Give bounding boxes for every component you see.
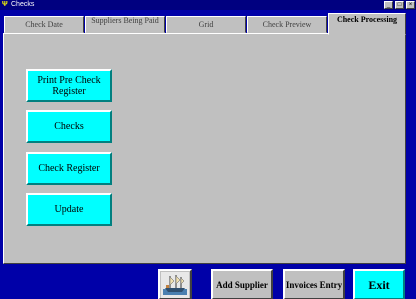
button-label: Update	[54, 204, 84, 215]
check-processing-panel: Print Pre Check Register Checks Check Re…	[3, 33, 406, 264]
tab-suppliers-being-paid[interactable]: Suppliers Being Paid	[85, 16, 165, 33]
print-pre-check-register-button[interactable]: Print Pre Check Register	[26, 69, 112, 102]
tab-label: Check Processing	[336, 15, 398, 24]
button-label: Print Pre Check Register	[37, 74, 101, 97]
exit-button[interactable]: Exit	[353, 269, 405, 299]
close-button[interactable]: ×	[406, 1, 415, 9]
tab-label: Suppliers Being Paid	[91, 16, 159, 25]
minimize-button[interactable]: _	[384, 1, 393, 9]
app-icon: Ψ	[2, 1, 8, 8]
checks-window: Ψ Checks _ □ × Check Date Suppliers Bein…	[0, 0, 416, 299]
button-label: Add Supplier	[216, 279, 268, 290]
client-area: Check Date Suppliers Being Paid Grid Che…	[0, 10, 416, 299]
tab-check-preview[interactable]: Check Preview	[247, 16, 327, 33]
maximize-button[interactable]: □	[395, 1, 404, 9]
button-label: Exit	[368, 277, 390, 292]
checks-button[interactable]: Checks	[26, 110, 112, 143]
add-supplier-button[interactable]: Add Supplier	[211, 269, 273, 299]
button-label: Check Register	[38, 163, 100, 174]
ship-picture-button[interactable]	[158, 269, 192, 299]
window-title: Checks	[11, 1, 35, 8]
update-button[interactable]: Update	[26, 193, 112, 226]
button-label: Invoices Entry	[285, 279, 343, 290]
tab-grid[interactable]: Grid	[166, 16, 246, 33]
tab-label: Check Preview	[262, 20, 312, 29]
tab-label: Grid	[198, 20, 214, 29]
check-register-button[interactable]: Check Register	[26, 152, 112, 185]
tab-check-processing[interactable]: Check Processing	[328, 13, 406, 35]
title-bar: Ψ Checks _ □ ×	[0, 0, 416, 10]
invoices-entry-button[interactable]: Invoices Entry	[283, 269, 345, 299]
tab-label: Check Date	[25, 20, 63, 29]
ship-icon	[161, 271, 189, 298]
button-label: Checks	[54, 121, 84, 132]
tab-check-date[interactable]: Check Date	[4, 16, 84, 33]
